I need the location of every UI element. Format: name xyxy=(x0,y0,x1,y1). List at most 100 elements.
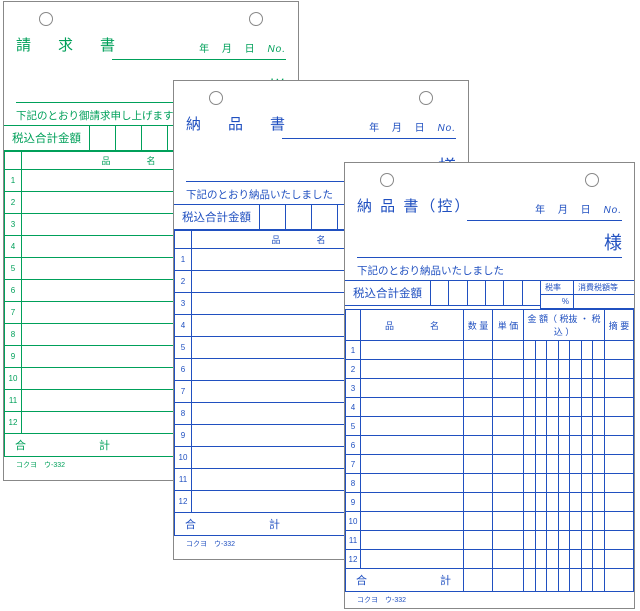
total-amount-label: 税込合計金額 xyxy=(345,281,431,305)
table-cell xyxy=(361,360,464,379)
row-number: 2 xyxy=(5,192,22,214)
slip-title: 請 求 書 xyxy=(16,34,121,55)
col-unit: 単 価 xyxy=(493,310,524,341)
table-cell xyxy=(493,531,524,550)
table-cell xyxy=(493,341,524,360)
table-cell xyxy=(524,550,605,569)
table-cell xyxy=(361,379,464,398)
table-cell xyxy=(605,417,634,436)
row-number: 5 xyxy=(175,337,192,359)
col-remarks: 摘 要 xyxy=(605,310,634,341)
row-number: 1 xyxy=(175,249,192,271)
table-cell xyxy=(464,474,493,493)
row-number: 1 xyxy=(346,341,361,360)
no-label: No. xyxy=(267,44,286,55)
table-cell xyxy=(464,493,493,512)
table-cell xyxy=(464,436,493,455)
table-cell xyxy=(524,417,605,436)
row-number: 9 xyxy=(175,425,192,447)
table-cell xyxy=(493,455,524,474)
table-cell xyxy=(524,341,605,360)
date-labels: 年 月 日 No. xyxy=(527,201,622,216)
row-number: 10 xyxy=(5,368,22,390)
no-label: No. xyxy=(437,123,456,134)
row-number: 5 xyxy=(5,258,22,280)
row-number: 6 xyxy=(175,359,192,381)
punch-hole xyxy=(209,91,223,105)
table-cell xyxy=(361,512,464,531)
table-cell xyxy=(605,436,634,455)
row-number: 9 xyxy=(346,493,361,512)
punch-hole xyxy=(419,91,433,105)
row-number: 8 xyxy=(5,324,22,346)
row-number: 7 xyxy=(5,302,22,324)
table-cell xyxy=(524,455,605,474)
table-cell xyxy=(605,474,634,493)
row-number: 11 xyxy=(5,390,22,412)
table-cell xyxy=(464,455,493,474)
slip-title: 納 品 書 xyxy=(186,113,291,134)
subtitle: 下記のとおり納品いたしました xyxy=(345,258,634,280)
table-cell xyxy=(493,398,524,417)
sama-label: 様 xyxy=(604,229,622,255)
row-number: 12 xyxy=(346,550,361,569)
slip-title: 納 品 書（控） xyxy=(357,195,471,216)
table-cell xyxy=(605,360,634,379)
table-cell xyxy=(464,550,493,569)
table-cell xyxy=(493,436,524,455)
row-number: 3 xyxy=(175,293,192,315)
delivery-copy-slip: 納 品 書（控） 年 月 日 No. 様 下記のとおり納品いたしました 税込合計… xyxy=(344,162,635,609)
total-row-label: 合 計 xyxy=(346,569,464,592)
punch-holes xyxy=(174,81,468,105)
table-cell xyxy=(524,436,605,455)
table-cell xyxy=(361,531,464,550)
items-table: 品 名 数 量 単 価 金 額（ 税抜 ・ 税込 ） 摘 要 123456789… xyxy=(345,309,634,592)
table-cell xyxy=(464,512,493,531)
table-cell xyxy=(493,493,524,512)
table-cell xyxy=(605,531,634,550)
table-cell xyxy=(493,360,524,379)
table-cell xyxy=(605,493,634,512)
punch-hole xyxy=(585,173,599,187)
table-cell xyxy=(524,360,605,379)
tax-rate-box: 税率 % xyxy=(540,280,573,309)
table-cell xyxy=(361,474,464,493)
row-number: 6 xyxy=(5,280,22,302)
table-cell xyxy=(524,379,605,398)
date-labels: 年 月 日 No. xyxy=(361,119,456,134)
table-cell xyxy=(524,531,605,550)
table-cell xyxy=(361,436,464,455)
table-cell xyxy=(524,474,605,493)
punch-hole xyxy=(39,12,53,26)
row-number: 12 xyxy=(5,412,22,434)
row-number: 6 xyxy=(346,436,361,455)
row-number: 10 xyxy=(346,512,361,531)
col-qty: 数 量 xyxy=(464,310,493,341)
row-number: 4 xyxy=(175,315,192,337)
row-number: 11 xyxy=(175,469,192,491)
row-number: 7 xyxy=(346,455,361,474)
table-cell xyxy=(493,474,524,493)
table-cell xyxy=(605,341,634,360)
table-cell xyxy=(361,493,464,512)
table-cell xyxy=(493,550,524,569)
table-cell xyxy=(361,341,464,360)
table-cell xyxy=(605,550,634,569)
row-number: 8 xyxy=(175,403,192,425)
brand-label: コクヨ ウ-332 xyxy=(345,592,634,605)
punch-holes xyxy=(345,163,634,187)
col-amount: 金 額（ 税抜 ・ 税込 ） xyxy=(524,310,605,341)
table-cell xyxy=(524,493,605,512)
table-cell xyxy=(605,512,634,531)
row-number: 7 xyxy=(175,381,192,403)
punch-holes xyxy=(4,2,298,26)
table-cell xyxy=(524,512,605,531)
row-number: 2 xyxy=(346,360,361,379)
table-cell xyxy=(605,379,634,398)
table-cell xyxy=(605,455,634,474)
table-cell xyxy=(361,550,464,569)
total-amount-label: 税込合計金額 xyxy=(174,205,260,229)
row-number: 12 xyxy=(175,491,192,513)
row-number: 4 xyxy=(346,398,361,417)
table-cell xyxy=(361,417,464,436)
